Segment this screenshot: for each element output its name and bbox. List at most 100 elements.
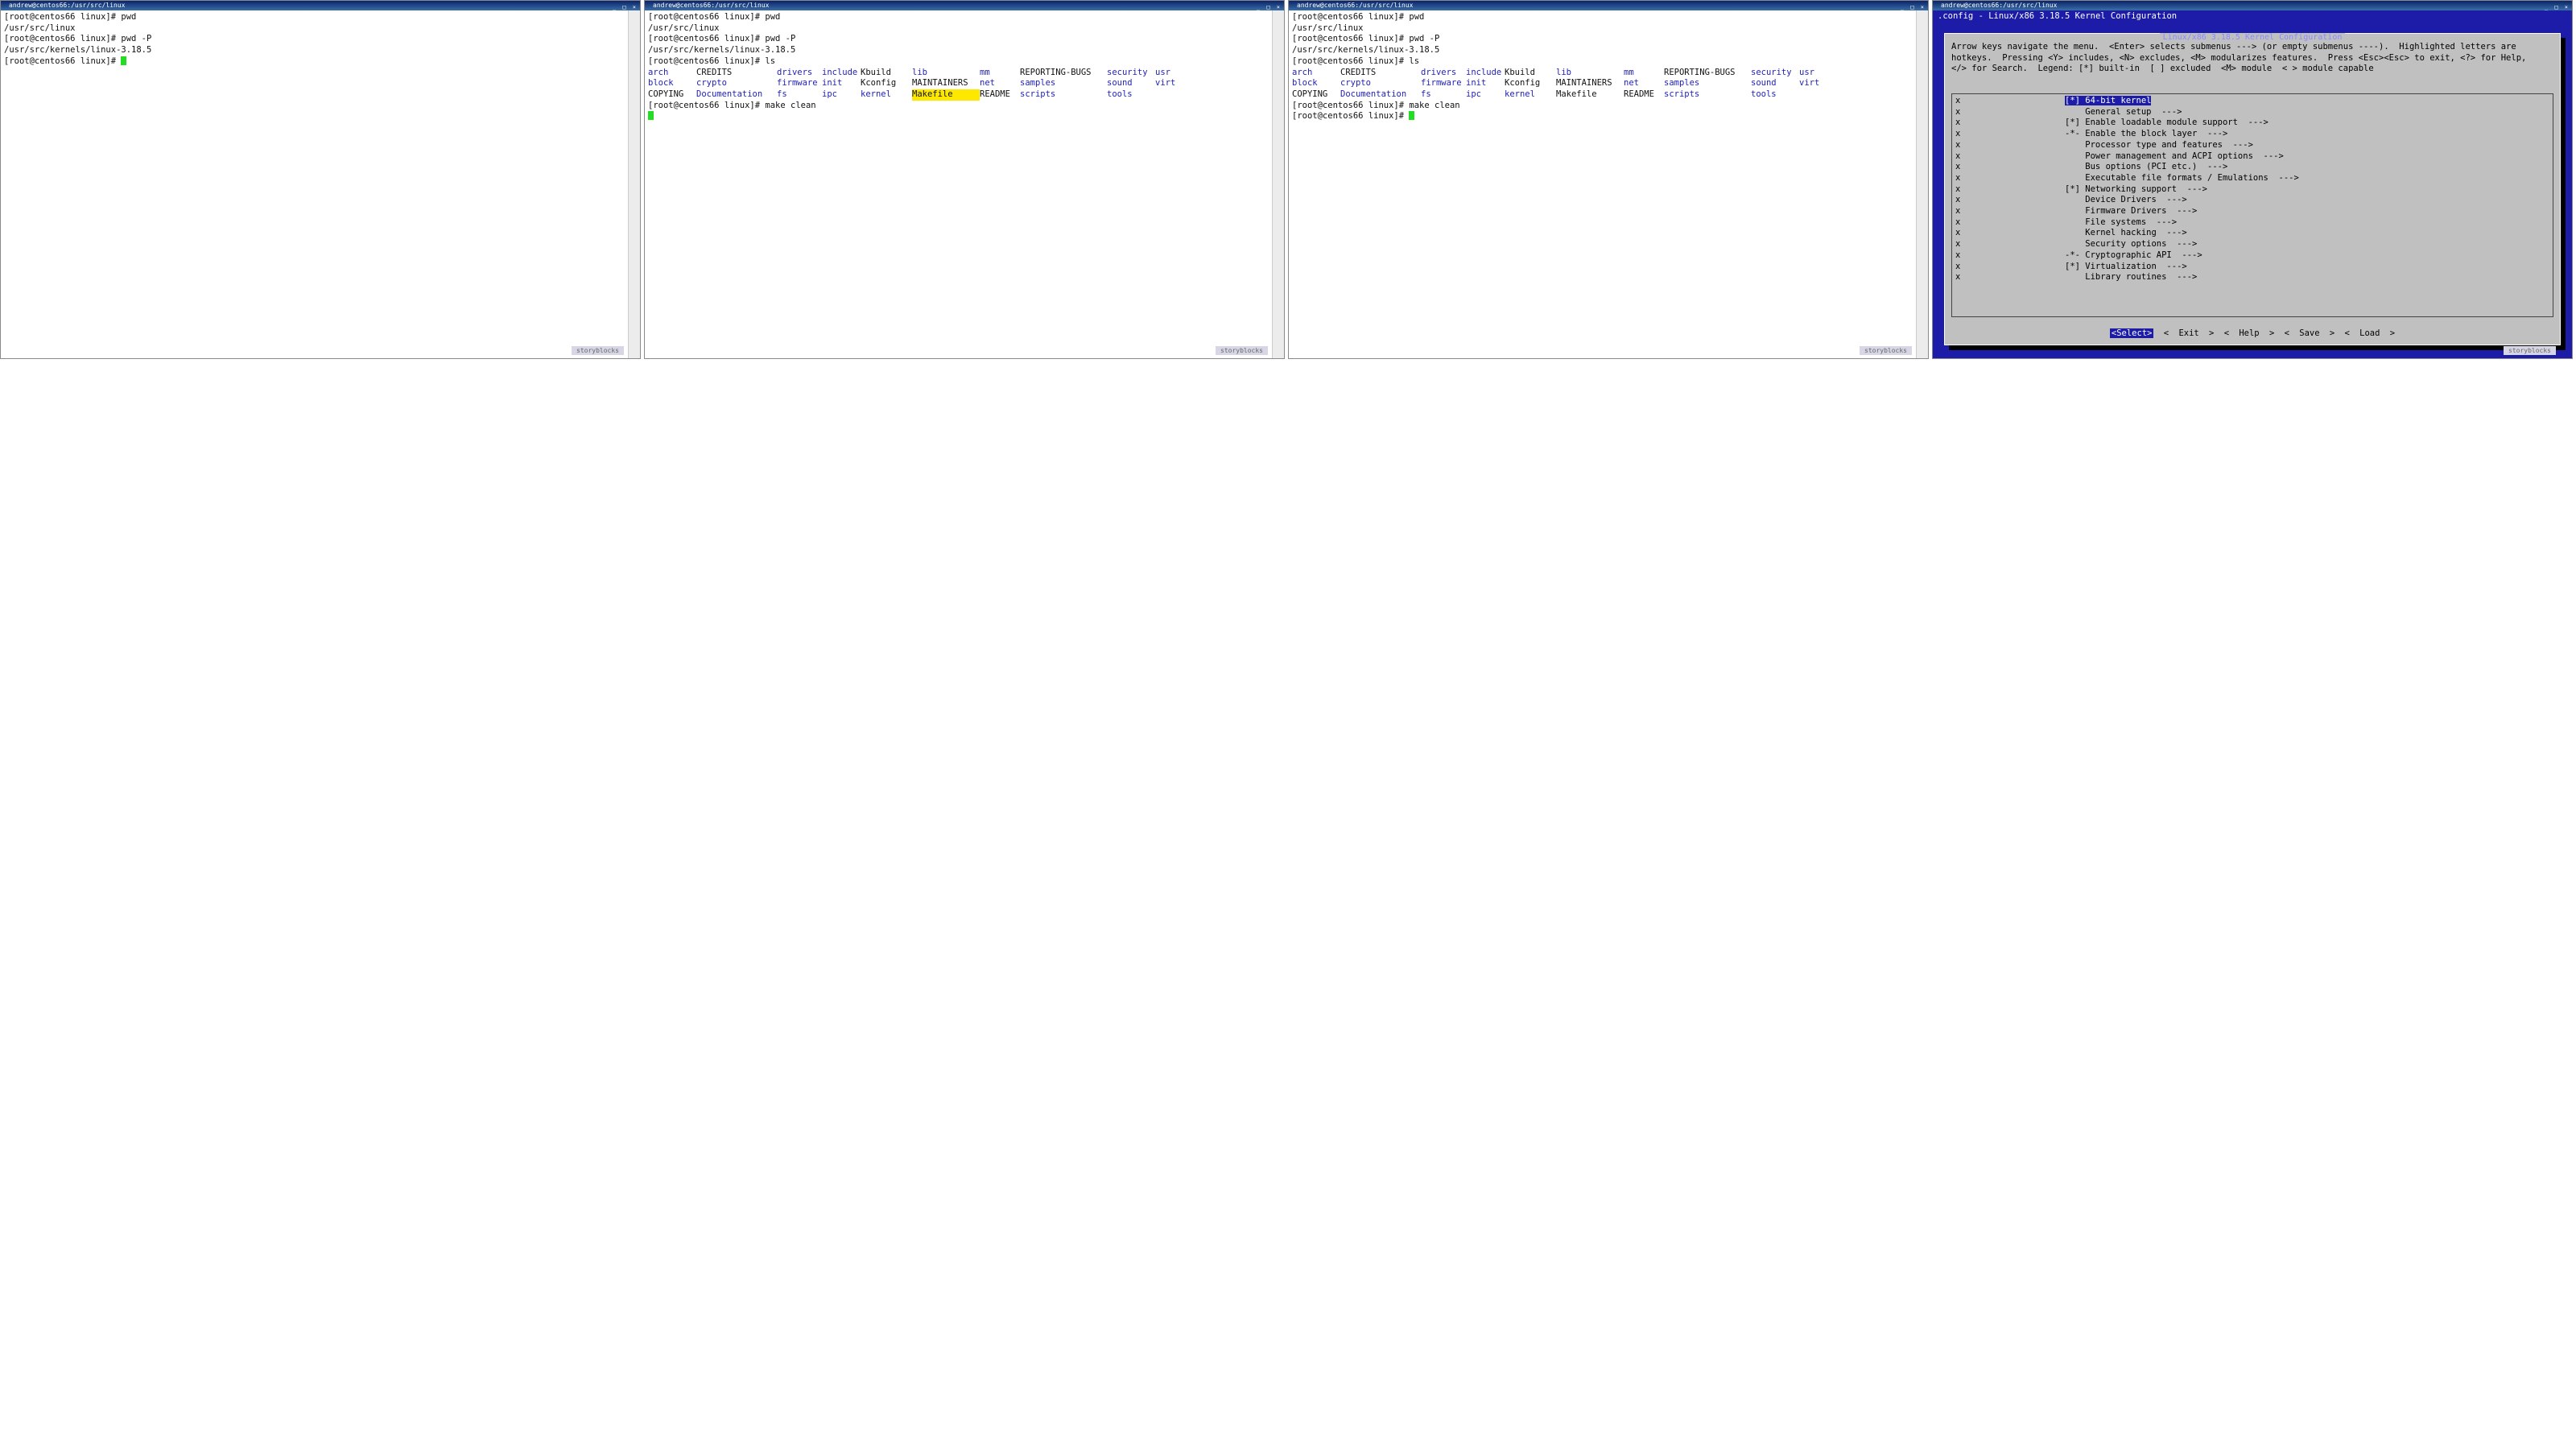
ls-entry: arch — [648, 67, 669, 77]
ls-entry: tools — [1751, 89, 1777, 99]
menu-list[interactable]: x [*] 64-bit kernel x General setup ---> x[… — [1952, 94, 2553, 283]
ls-entry: scripts — [1664, 89, 1700, 99]
watermark: storyblocks — [1216, 346, 1268, 355]
menu-item[interactable]: x Security options ---> — [1955, 239, 2553, 250]
ls-entry: CREDITS — [696, 67, 733, 77]
ls-entry: Makefile — [912, 89, 980, 101]
terminal-output[interactable]: [root@centos66 linux]# pwd/usr/src/linux… — [1, 10, 640, 69]
menu-item[interactable]: x File systems ---> — [1955, 217, 2553, 229]
menu-item[interactable]: x Firmware Drivers ---> — [1955, 206, 2553, 217]
ls-entry: init — [1466, 78, 1487, 89]
menu-item[interactable]: x -*- Cryptographic API ---> — [1955, 250, 2553, 262]
ls-entry: security — [1107, 67, 1148, 77]
menu-item[interactable]: x Processor type and features ---> — [1955, 140, 2553, 151]
menu-item[interactable]: x Executable file formats / Emulations -… — [1955, 173, 2553, 184]
menu-item[interactable]: x [*] 64-bit kernel — [1955, 96, 2553, 107]
terminal-window-3[interactable]: andrew@centos66:/usr/src/linux _ □ × [roo… — [1288, 0, 1929, 359]
ls-entry: kernel — [861, 89, 891, 99]
ls-entry: virt — [1799, 78, 1820, 89]
dialog-title: Linux/x86 3.18.5 Kernel Configuration — [1945, 33, 2560, 42]
terminal-line: /usr/src/linux — [648, 23, 720, 33]
ls-entry: sound — [1107, 78, 1133, 89]
cursor-icon — [121, 56, 127, 65]
ls-entry: firmware — [1421, 78, 1462, 89]
menuconfig-screen[interactable]: .config - Linux/x86 3.18.5 Kernel Config… — [1933, 10, 2572, 358]
menu-item[interactable]: x [*] Enable loadable module support ---> — [1955, 118, 2553, 129]
ls-entry: REPORTING-BUGS — [1664, 67, 1736, 77]
title-bar[interactable]: andrew@centos66:/usr/src/linux _ □ × — [1933, 1, 2572, 10]
ls-entry: block — [1292, 78, 1318, 89]
ls-entry: Kconfig — [1505, 78, 1541, 89]
terminal-window-2[interactable]: andrew@centos66:/usr/src/linux _ □ × [roo… — [644, 0, 1285, 359]
menu-list-frame[interactable]: x [*] 64-bit kernel x General setup ---> x[… — [1951, 93, 2553, 317]
terminal-prompt: [root@centos66 linux]# make clean — [648, 100, 816, 110]
terminal-line: [root@centos66 linux]# make clean — [1292, 100, 1460, 110]
menu-item[interactable]: x Power management and ACPI options ---> — [1955, 151, 2553, 163]
menu-item[interactable]: x Bus options (PCI etc.) ---> — [1955, 162, 2553, 173]
menu-item[interactable]: x [*] Virtualization ---> — [1955, 262, 2553, 273]
terminal-output[interactable]: [root@centos66 linux]# pwd/usr/src/linux… — [1289, 10, 1928, 124]
terminal-line: [root@centos66 linux]# ls — [1292, 56, 1420, 66]
save-button[interactable]: < Save > — [2285, 328, 2335, 338]
terminal-output[interactable]: [root@centos66 linux]# pwd/usr/src/linux… — [645, 10, 1284, 124]
menuconfig-dialog[interactable]: Linux/x86 3.18.5 Kernel Configuration Ar… — [1944, 33, 2561, 345]
ls-entry: net — [1624, 78, 1639, 89]
terminal-line: [root@centos66 linux]# pwd -P — [1292, 34, 1440, 44]
terminal-line: /usr/src/kernels/linux-3.18.5 — [4, 45, 152, 56]
scrollbar[interactable] — [628, 10, 640, 358]
ls-entry: lib — [1556, 67, 1571, 77]
ls-entry: firmware — [777, 78, 818, 89]
title-bar[interactable]: andrew@centos66:/usr/src/linux _ □ × — [1289, 1, 1928, 10]
ls-listing: arch CREDITS drivers include Kbuild lib mm REPO… — [1292, 68, 1925, 101]
ls-entry: REPORTING-BUGS — [1020, 67, 1092, 77]
menu-item[interactable]: x General setup ---> — [1955, 107, 2553, 118]
terminal-line: [root@centos66 linux]# pwd -P — [4, 34, 152, 44]
scrollbar[interactable] — [1916, 10, 1928, 358]
ls-entry: Kbuild — [861, 67, 891, 77]
menu-item[interactable]: x Library routines ---> — [1955, 272, 2553, 283]
ls-entry: crypto — [696, 78, 727, 89]
help-button[interactable]: < Help > — [2224, 328, 2275, 338]
terminal-line: /usr/src/kernels/linux-3.18.5 — [1292, 45, 1440, 56]
terminal-line: [root@centos66 linux]# ls — [648, 56, 776, 66]
title-bar[interactable]: andrew@centos66:/usr/src/linux _ □ × — [1, 1, 640, 10]
exit-button[interactable]: < Exit > — [2164, 328, 2215, 338]
terminal-window-1[interactable]: andrew@centos66:/usr/src/linux _ □ × [roo… — [0, 0, 641, 359]
window-title: andrew@centos66:/usr/src/linux — [1941, 2, 2058, 9]
ls-entry: crypto — [1340, 78, 1371, 89]
menu-item[interactable]: x Device Drivers ---> — [1955, 195, 2553, 206]
ls-entry: drivers — [1421, 67, 1457, 77]
ls-entry: scripts — [1020, 89, 1056, 99]
terminal-line: /usr/src/linux — [1292, 23, 1364, 33]
ls-entry: kernel — [1505, 89, 1535, 99]
ls-entry: README — [980, 89, 1010, 99]
ls-row: COPYING Documentation fs ipc kernel Makefile R… — [1292, 89, 1925, 101]
title-bar[interactable]: andrew@centos66:/usr/src/linux _ □ × — [645, 1, 1284, 10]
ls-entry: net — [980, 78, 995, 89]
terminal-prompt: [root@centos66 linux]# — [4, 56, 637, 68]
load-button[interactable]: < Load > — [2345, 328, 2396, 338]
ls-entry: fs — [777, 89, 787, 99]
menu-item[interactable]: x [*] Networking support ---> — [1955, 184, 2553, 196]
ls-row: block crypto firmware init Kconfig MAINTAINER… — [1292, 78, 1925, 89]
menu-item[interactable]: x Kernel hacking ---> — [1955, 228, 2553, 239]
cursor-icon — [1409, 111, 1415, 121]
ls-entry: MAINTAINERS — [912, 78, 968, 89]
ls-entry: block — [648, 78, 674, 89]
ls-entry: drivers — [777, 67, 813, 77]
cursor-icon — [648, 111, 654, 121]
ls-entry: mm — [1624, 67, 1634, 77]
ls-entry: include — [822, 67, 858, 77]
dialog-buttons: <Select> < Exit > < Help > < Save > < Lo… — [1945, 328, 2560, 338]
ls-entry: Makefile — [1556, 89, 1597, 99]
menuconfig-window-4[interactable]: andrew@centos66:/usr/src/linux _ □ × .con… — [1932, 0, 2573, 359]
ls-listing: arch CREDITS drivers include Kbuild lib mm REPO… — [648, 68, 1281, 101]
terminal-line: [root@centos66 linux]# pwd -P — [648, 34, 796, 44]
ls-entry: ipc — [822, 89, 837, 99]
menu-item[interactable]: x -*- Enable the block layer ---> — [1955, 129, 2553, 140]
scrollbar[interactable] — [1272, 10, 1284, 358]
ls-entry: usr — [1799, 67, 1814, 77]
terminal-line: [root@centos66 linux]# pwd — [1292, 12, 1425, 22]
ls-entry: CREDITS — [1340, 67, 1377, 77]
select-button[interactable]: <Select> — [2109, 328, 2154, 338]
